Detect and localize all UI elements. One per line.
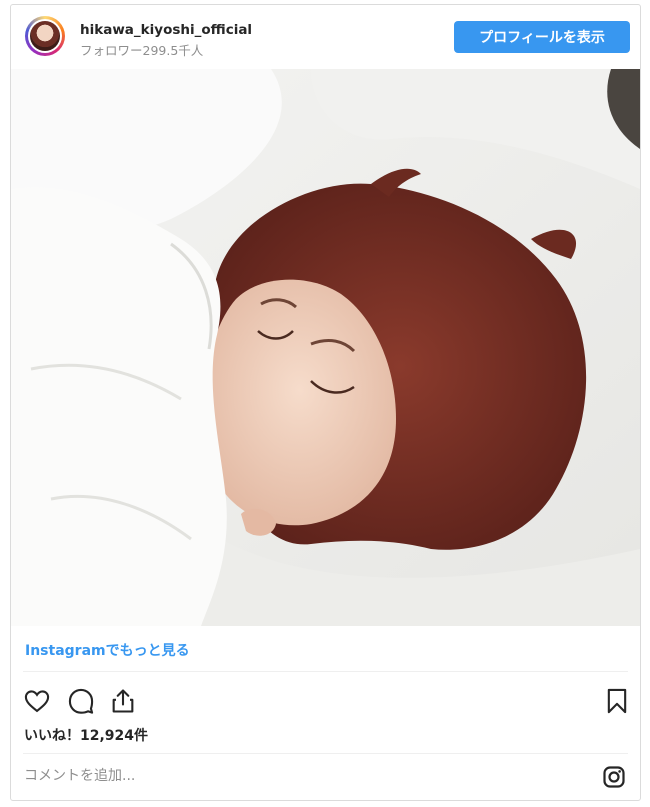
post-image[interactable] (11, 69, 640, 626)
view-profile-button[interactable]: プロフィールを表示 (454, 21, 630, 53)
instagram-icon (603, 766, 625, 788)
post-header: hikawa_kiyoshi_official フォロワー299.5千人 プロフ… (11, 5, 640, 69)
divider (23, 753, 628, 754)
instagram-logo-button[interactable] (600, 763, 628, 791)
add-comment-input[interactable]: コメントを追加... (24, 765, 135, 785)
share-button[interactable] (107, 685, 139, 717)
heart-icon (24, 690, 50, 713)
view-more-on-instagram-link[interactable]: Instagramでもっと見る (25, 640, 190, 660)
username[interactable]: hikawa_kiyoshi_official (80, 22, 252, 38)
instagram-embed-card: hikawa_kiyoshi_official フォロワー299.5千人 プロフ… (10, 4, 641, 801)
share-icon (112, 689, 134, 713)
comment-button[interactable] (65, 685, 97, 717)
comment-icon (68, 688, 94, 714)
bookmark-button[interactable] (601, 685, 633, 717)
like-button[interactable] (21, 685, 53, 717)
avatar[interactable] (25, 16, 65, 56)
action-bar (11, 681, 640, 721)
post-photo-illustration (11, 69, 640, 626)
follower-count: フォロワー299.5千人 (80, 43, 204, 58)
divider (23, 671, 628, 672)
avatar-photo (30, 21, 60, 51)
bookmark-icon (607, 688, 627, 714)
like-count[interactable]: いいね！12,924件 (24, 725, 148, 745)
